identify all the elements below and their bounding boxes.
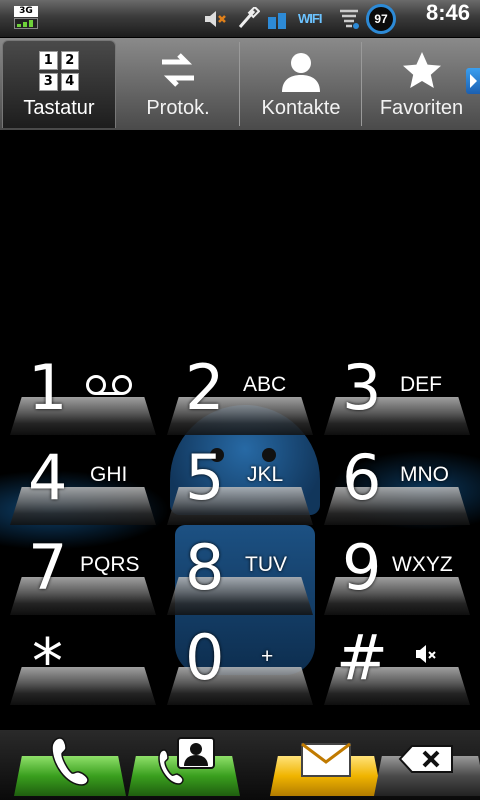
tab-label: Favoriten xyxy=(379,97,464,119)
action-bar xyxy=(0,730,480,800)
network-type-label: 3G xyxy=(14,6,38,17)
voicemail-icon xyxy=(86,375,132,395)
key-2[interactable]: 2 ABC xyxy=(167,357,313,435)
backspace-button[interactable] xyxy=(374,736,480,796)
phone-icon xyxy=(51,737,89,786)
tab-bar: 12 34 Tastatur Protok. Kontakte Favorite… xyxy=(0,38,480,130)
mute-icon xyxy=(416,645,436,663)
key-3[interactable]: 3 DEF xyxy=(324,357,470,435)
tab-call-log[interactable]: Protok. xyxy=(118,40,238,128)
tab-favorites[interactable]: Favoriten xyxy=(363,40,480,128)
key-7[interactable]: 7 PQRS xyxy=(10,537,156,615)
tab-divider xyxy=(239,42,240,126)
key-5[interactable]: 5 JKL xyxy=(167,447,313,525)
wifi-icon xyxy=(266,7,292,31)
backspace-icon xyxy=(398,745,453,773)
key-star[interactable]: * xyxy=(10,631,156,705)
add-contact-button[interactable] xyxy=(128,736,240,796)
data-sync-icon xyxy=(336,7,362,31)
key-0[interactable]: 0 + xyxy=(167,627,313,705)
key-8[interactable]: 8 TUV xyxy=(167,537,313,615)
wifi-label: WIFI xyxy=(298,11,322,26)
key-4[interactable]: 4 GHI xyxy=(10,447,156,525)
usb-icon xyxy=(234,5,261,31)
battery-icon: 97 xyxy=(366,4,396,34)
tab-label: Protok. xyxy=(146,97,210,119)
dialpad-icon: 12 34 xyxy=(39,51,79,91)
more-tabs-arrow-icon[interactable] xyxy=(466,68,480,94)
3g-signal-icon: 3G xyxy=(14,6,38,30)
key-1[interactable]: 1 xyxy=(10,357,156,435)
send-message-button[interactable] xyxy=(270,736,382,796)
clock: 8:46 xyxy=(425,0,470,25)
key-6[interactable]: 6 MNO xyxy=(324,447,470,525)
status-bar: 3G WIFI 97 8:46 xyxy=(0,0,480,38)
tab-label: Tastatur xyxy=(23,97,95,119)
tab-divider xyxy=(361,42,362,126)
notification-icons: WIFI xyxy=(202,4,362,34)
tab-label: Kontakte xyxy=(261,97,341,119)
tab-keypad[interactable]: 12 34 Tastatur xyxy=(2,40,116,128)
key-9[interactable]: 9 WXYZ xyxy=(324,537,470,615)
battery-level: 97 xyxy=(374,12,388,26)
call-button[interactable] xyxy=(14,736,126,796)
tab-contacts[interactable]: Kontakte xyxy=(241,40,361,128)
contact-card-icon xyxy=(158,737,215,785)
envelope-icon xyxy=(301,742,351,777)
person-icon xyxy=(282,53,320,92)
key-hash[interactable]: # xyxy=(324,627,470,705)
mute-icon xyxy=(202,7,228,31)
swap-arrows-icon xyxy=(162,53,194,87)
star-icon xyxy=(403,52,441,88)
